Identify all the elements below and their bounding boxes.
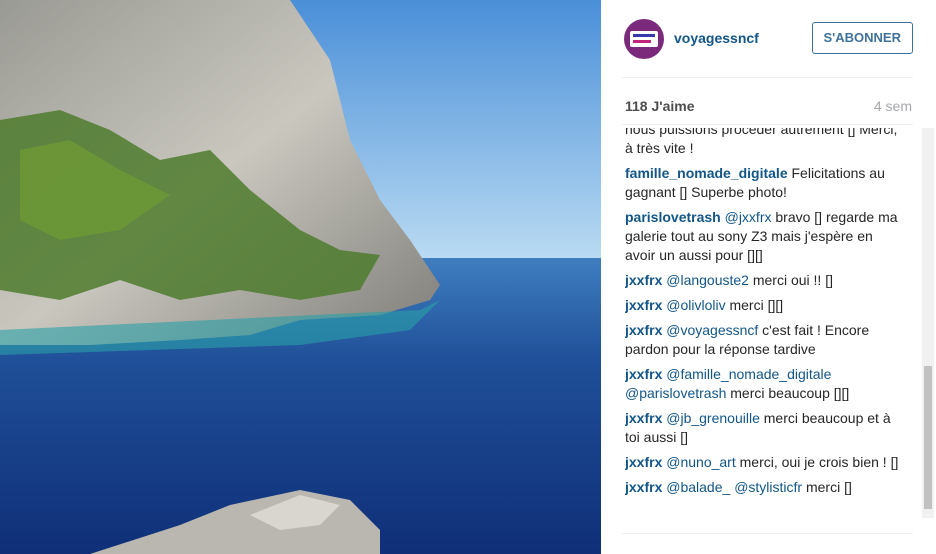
likes-divider [622, 124, 913, 125]
voyagessncf-logo-icon [630, 31, 658, 47]
comment-author-link[interactable]: jxxfrx [625, 479, 662, 495]
comment-author-link[interactable]: jxxfrx [625, 322, 662, 338]
comment-text: merci, oui je crois bien ! [] [735, 454, 899, 470]
likes-row: 118 J'aime 4 sem [625, 98, 912, 116]
comment-author-link[interactable]: jxxfrx [625, 410, 662, 426]
comment-item: parislovetrash @jxxfrx bravo [] regarde … [625, 208, 900, 265]
comment-item: jxxfrx @voyagessncf c'est fait ! Encore … [625, 321, 900, 359]
comment-author-link[interactable]: jxxfrx [625, 366, 662, 382]
comment-author-link[interactable]: parislovetrash [625, 209, 721, 225]
comment-item: nous puissions procéder autrement [] Mer… [625, 128, 900, 158]
scrollbar-thumb[interactable] [924, 366, 932, 509]
post-photo[interactable] [0, 0, 601, 554]
comments-scrollbar[interactable] [922, 128, 934, 518]
comment-author-link[interactable]: jxxfrx [625, 454, 662, 470]
comment-author-link[interactable]: jxxfrx [625, 297, 662, 313]
post-photo-image [0, 0, 601, 554]
mention-link[interactable]: @jb_grenouille [666, 410, 760, 426]
comment-text: merci oui !! [] [748, 272, 833, 288]
comment-item: jxxfrx @nuno_art merci, oui je crois bie… [625, 453, 900, 472]
mention-link[interactable]: @famille_nomade_digitale [666, 366, 831, 382]
avatar[interactable] [624, 19, 664, 59]
comment-item: famille_nomade_digitale Felicitations au… [625, 164, 900, 202]
likes-count[interactable]: 118 J'aime [625, 98, 695, 114]
comments-bottom-divider [622, 533, 913, 534]
comments-list[interactable]: nous puissions procéder autrement [] Mer… [625, 128, 915, 518]
post-header: voyagessncf S'ABONNER [622, 18, 913, 60]
comment-item: jxxfrx @langouste2 merci oui !! [] [625, 271, 900, 290]
comment-item: jxxfrx @olivloliv merci [][] [625, 296, 900, 315]
comment-item: jxxfrx @famille_nomade_digitale @parislo… [625, 365, 900, 403]
mention-link[interactable]: @stylisticfr [734, 479, 802, 495]
mention-link[interactable]: @parislovetrash [625, 385, 726, 401]
comment-author-link[interactable]: jxxfrx [625, 272, 662, 288]
follow-button[interactable]: S'ABONNER [811, 22, 913, 54]
comment-text: merci beaucoup [][] [726, 385, 850, 401]
comment-text: merci [][] [725, 297, 784, 313]
comment-item: jxxfrx @balade_ @stylisticfr merci [] [625, 478, 900, 497]
comment-text: nous puissions procéder autrement [625, 128, 848, 137]
post-sidebar: voyagessncf S'ABONNER 118 J'aime 4 sem n… [601, 0, 936, 554]
post-time[interactable]: 4 sem [874, 98, 912, 114]
mention-link[interactable]: @voyagessncf [666, 322, 758, 338]
mention-link[interactable]: @balade_ [666, 479, 730, 495]
header-divider [622, 77, 913, 78]
comments-content: nous puissions procéder autrement [] Mer… [625, 128, 900, 503]
mention-link[interactable]: @langouste2 [666, 272, 749, 288]
instagram-post-view: voyagessncf S'ABONNER 118 J'aime 4 sem n… [0, 0, 936, 554]
mention-link[interactable]: @olivloliv [666, 297, 725, 313]
username-link[interactable]: voyagessncf [674, 30, 759, 46]
comment-text: merci [] [802, 479, 852, 495]
mention-link[interactable]: @nuno_art [666, 454, 735, 470]
comment-author-link[interactable]: famille_nomade_digitale [625, 165, 788, 181]
comment-item: jxxfrx @jb_grenouille merci beaucoup et … [625, 409, 900, 447]
mention-link[interactable]: @jxxfrx [725, 209, 772, 225]
